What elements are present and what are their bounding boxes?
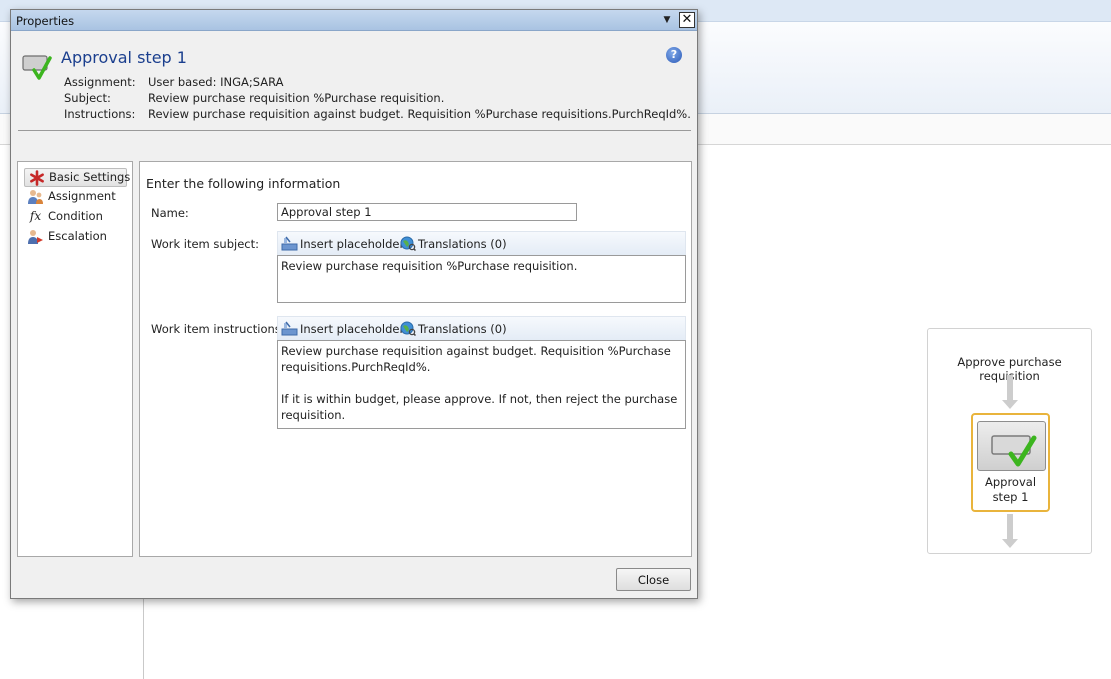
asterisk-icon: [28, 170, 45, 186]
dialog-title: Properties: [16, 14, 75, 28]
nav-item-escalation[interactable]: Escalation: [24, 228, 127, 247]
basic-settings-panel: Enter the following information Name: Wo…: [139, 161, 692, 557]
close-button[interactable]: Close: [616, 568, 691, 591]
page-title: Approval step 1: [61, 48, 187, 67]
instructions-toolbar: Insert placeholder Translations (0): [277, 316, 686, 340]
meta-instructions: Instructions: Review purchase requisition…: [64, 107, 691, 121]
insert-placeholder-icon: [281, 321, 298, 336]
workflow-step-label: Approval step 1: [984, 475, 1037, 504]
approval-step-icon: [977, 421, 1046, 471]
nav-item-label: Condition: [48, 209, 103, 223]
nav-item-basic-settings[interactable]: Basic Settings: [24, 168, 131, 187]
subject-label: Work item subject:: [151, 237, 259, 251]
close-window-button[interactable]: ✕: [679, 12, 695, 28]
meta-value: Review purchase requisition against budg…: [148, 107, 691, 121]
instructions-textarea[interactable]: Review purchase requisition against budg…: [277, 340, 686, 429]
properties-dialog: Properties ▼ ✕ Approval step 1 ? Assignm…: [10, 9, 698, 599]
help-icon[interactable]: ?: [666, 47, 682, 63]
flow-arrow-out: [1002, 514, 1018, 548]
name-input[interactable]: [277, 203, 577, 221]
insert-placeholder-label: Insert placeholder: [300, 322, 405, 336]
meta-value: User based: INGA;SARA: [148, 75, 284, 89]
header-divider: [18, 130, 691, 131]
meta-value: Review purchase requisition %Purchase re…: [148, 91, 445, 105]
nav-item-label: Assignment: [48, 189, 116, 203]
instructions-text-para2: If it is within budget, please approve. …: [281, 392, 678, 422]
function-icon: fx: [29, 209, 42, 223]
nav-item-assignment[interactable]: Assignment: [24, 188, 127, 207]
subject-toolbar: Insert placeholder Translations (0): [277, 231, 686, 255]
workflow-step-approval[interactable]: Approval step 1: [971, 413, 1050, 512]
translations-button[interactable]: Translations (0): [399, 236, 507, 252]
dialog-titlebar[interactable]: Properties ▼ ✕: [11, 10, 697, 31]
meta-subject: Subject: Review purchase requisition %Pur…: [64, 91, 444, 105]
meta-label: Assignment:: [64, 75, 136, 89]
nav-item-label: Escalation: [48, 229, 107, 243]
insert-placeholder-button[interactable]: Insert placeholder: [281, 236, 404, 251]
users-icon: [27, 189, 44, 205]
meta-label: Instructions:: [64, 107, 136, 121]
escalation-icon: [27, 229, 44, 245]
subject-text: Review purchase requisition %Purchase re…: [281, 259, 578, 273]
translations-label: Translations (0): [418, 322, 507, 336]
nav-item-label: Basic Settings: [49, 170, 131, 184]
instructions-label: Work item instructions:: [151, 322, 285, 336]
globe-icon: [399, 321, 417, 337]
subject-textarea[interactable]: Review purchase requisition %Purchase re…: [277, 255, 686, 303]
name-label: Name:: [151, 206, 189, 220]
flow-arrow-in: [1002, 375, 1018, 409]
translations-label: Translations (0): [418, 237, 507, 251]
insert-placeholder-icon: [281, 236, 298, 251]
instructions-text-para1: Review purchase requisition against budg…: [281, 344, 671, 374]
meta-label: Subject:: [64, 91, 111, 105]
insert-placeholder-label: Insert placeholder: [300, 237, 405, 251]
approval-step-icon: [22, 48, 52, 82]
workflow-canvas-box: Approve purchase requisition Approval st…: [927, 328, 1092, 554]
globe-icon: [399, 236, 417, 252]
meta-assignment: Assignment: User based: INGA;SARA: [64, 75, 284, 89]
insert-placeholder-button[interactable]: Insert placeholder: [281, 321, 404, 336]
settings-nav: Basic Settings Assignment fx Condition E…: [17, 161, 133, 557]
window-menu-dropdown-icon[interactable]: ▼: [659, 13, 675, 28]
translations-button[interactable]: Translations (0): [399, 321, 507, 337]
nav-item-condition[interactable]: fx Condition: [24, 208, 127, 227]
section-title: Enter the following information: [146, 176, 341, 191]
